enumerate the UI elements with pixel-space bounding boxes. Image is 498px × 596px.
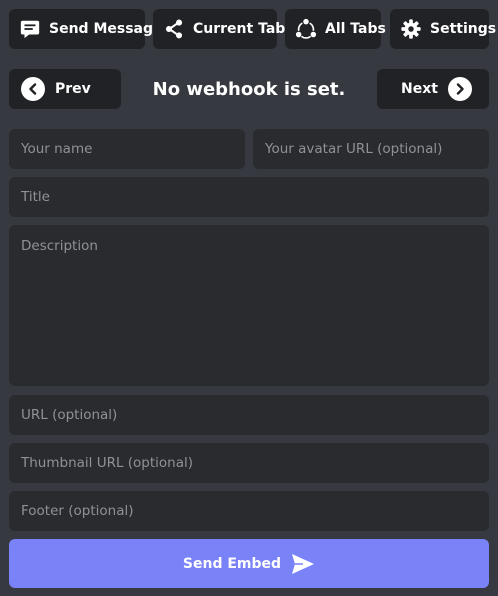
chevron-left-icon [21,77,45,101]
avatar-url-input[interactable] [253,129,489,169]
url-input[interactable] [9,395,489,435]
next-button-label: Next [401,81,438,97]
name-input[interactable] [9,129,245,169]
tab-current-tab-label: Current Tab [193,21,286,37]
top-tab-bar: Send Message Current Tab All Tabs Settin… [9,9,496,49]
tab-settings[interactable]: Settings [390,9,496,49]
next-button[interactable]: Next [377,69,489,109]
chevron-right-icon [447,77,472,101]
thumbnail-url-input[interactable] [9,443,489,483]
message-icon [20,20,40,39]
title-input[interactable] [9,177,489,217]
send-embed-button[interactable]: Send Embed [9,539,489,588]
tab-all-tabs-label: All Tabs [325,21,386,37]
send-icon [292,553,315,574]
tab-current-tab[interactable]: Current Tab [153,9,285,49]
webhook-status-text: No webhook is set. [152,78,346,100]
tab-all-tabs[interactable]: All Tabs [285,9,386,49]
nodes-icon [295,18,317,39]
webhook-navigation: Prev No webhook is set. Next [9,69,489,109]
description-textarea[interactable] [9,225,489,386]
footer-input[interactable] [9,491,489,531]
gear-icon [401,19,421,39]
prev-button-label: Prev [55,81,91,97]
share-icon [165,19,183,39]
tab-send-message-label: Send Message [49,21,163,37]
tab-send-message[interactable]: Send Message [9,9,163,49]
prev-button[interactable]: Prev [9,69,121,109]
send-embed-label: Send Embed [182,555,282,572]
tab-settings-label: Settings [430,21,497,37]
